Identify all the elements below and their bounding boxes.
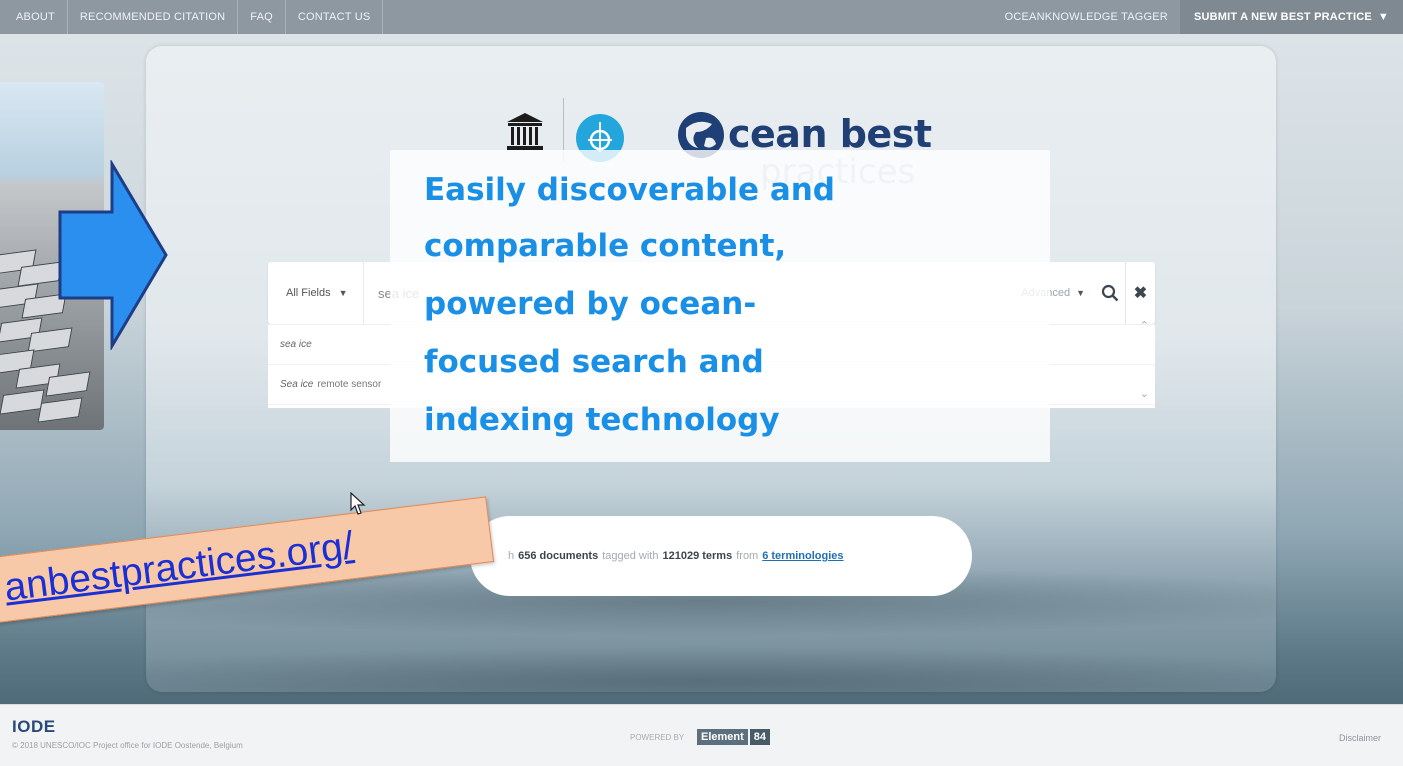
- disclaimer-link[interactable]: Disclaimer: [1339, 733, 1381, 743]
- paper: [0, 389, 45, 415]
- field-select-dropdown[interactable]: All Fields ▼: [268, 262, 364, 324]
- nav-oceanknowledge-tagger[interactable]: OCEANKNOWLEDGE TAGGER: [993, 0, 1180, 34]
- footer: IODE © 2018 UNESCO/IOC Project office fo…: [0, 704, 1403, 766]
- chevron-down-icon: ▼: [1377, 11, 1389, 23]
- field-select-label: All Fields: [286, 287, 331, 299]
- scroll-down-icon[interactable]: ⌄: [1140, 387, 1149, 400]
- nav-contact-us[interactable]: CONTACT US: [286, 0, 384, 34]
- element-label: Element: [697, 729, 748, 745]
- submit-best-practice-button[interactable]: SUBMIT A NEW BEST PRACTICE ▼: [1179, 0, 1403, 34]
- search-icon: [1101, 284, 1119, 302]
- nav-about[interactable]: ABOUT: [0, 0, 68, 34]
- chevron-down-icon: ▼: [1076, 288, 1085, 298]
- suggestion-match: sea ice: [280, 339, 312, 350]
- paper: [37, 397, 83, 423]
- cursor-icon: [350, 492, 366, 515]
- nav-faq[interactable]: FAQ: [238, 0, 286, 34]
- stats-documents: 656 documents: [518, 550, 599, 562]
- stats-tagged: tagged with: [602, 550, 659, 562]
- unesco-icon: [507, 113, 543, 150]
- copyright-text: © 2018 UNESCO/IOC Project office for IOD…: [12, 741, 243, 750]
- suggestion-match: Sea ice: [280, 379, 314, 390]
- submit-label: SUBMIT A NEW BEST PRACTICE: [1193, 11, 1372, 23]
- chevron-down-icon: ▼: [338, 288, 348, 298]
- search-button[interactable]: [1095, 262, 1125, 324]
- overlay-line: Easily discoverable and: [424, 172, 835, 208]
- overlay-line: focused search and: [424, 344, 764, 380]
- stats-prefix: h: [508, 550, 515, 562]
- nav-recommended-citation[interactable]: RECOMMENDED CITATION: [68, 0, 239, 34]
- stats-from: from: [736, 550, 759, 562]
- overlay-line: comparable content,: [424, 228, 787, 264]
- stats-pill: h 656 documents tagged with 121029 terms…: [470, 516, 972, 596]
- wave-shadow: [146, 646, 1276, 692]
- top-nav: ABOUT RECOMMENDED CITATION FAQ CONTACT U…: [0, 0, 1403, 34]
- scroll-up-icon[interactable]: ⌃: [1140, 319, 1149, 332]
- element84-logo[interactable]: Element 84: [697, 729, 771, 745]
- suggestion-rest: remote sensor: [317, 379, 382, 390]
- overlay-line: indexing technology: [424, 402, 780, 438]
- iode-logo: IODE: [12, 717, 56, 736]
- overlay-line: powered by ocean-: [424, 286, 757, 322]
- close-icon: ✖: [1133, 285, 1148, 302]
- powered-by-label: POWERED BY: [630, 733, 685, 742]
- element-number: 84: [749, 729, 771, 745]
- terminologies-link[interactable]: 6 terminologies: [762, 550, 843, 562]
- stats-terms: 121029 terms: [662, 550, 733, 562]
- overlay-text-card: Easily discoverable and comparable conte…: [390, 150, 1050, 462]
- arrow-right-icon: [58, 160, 168, 350]
- clear-search-button[interactable]: ✖: [1125, 262, 1155, 324]
